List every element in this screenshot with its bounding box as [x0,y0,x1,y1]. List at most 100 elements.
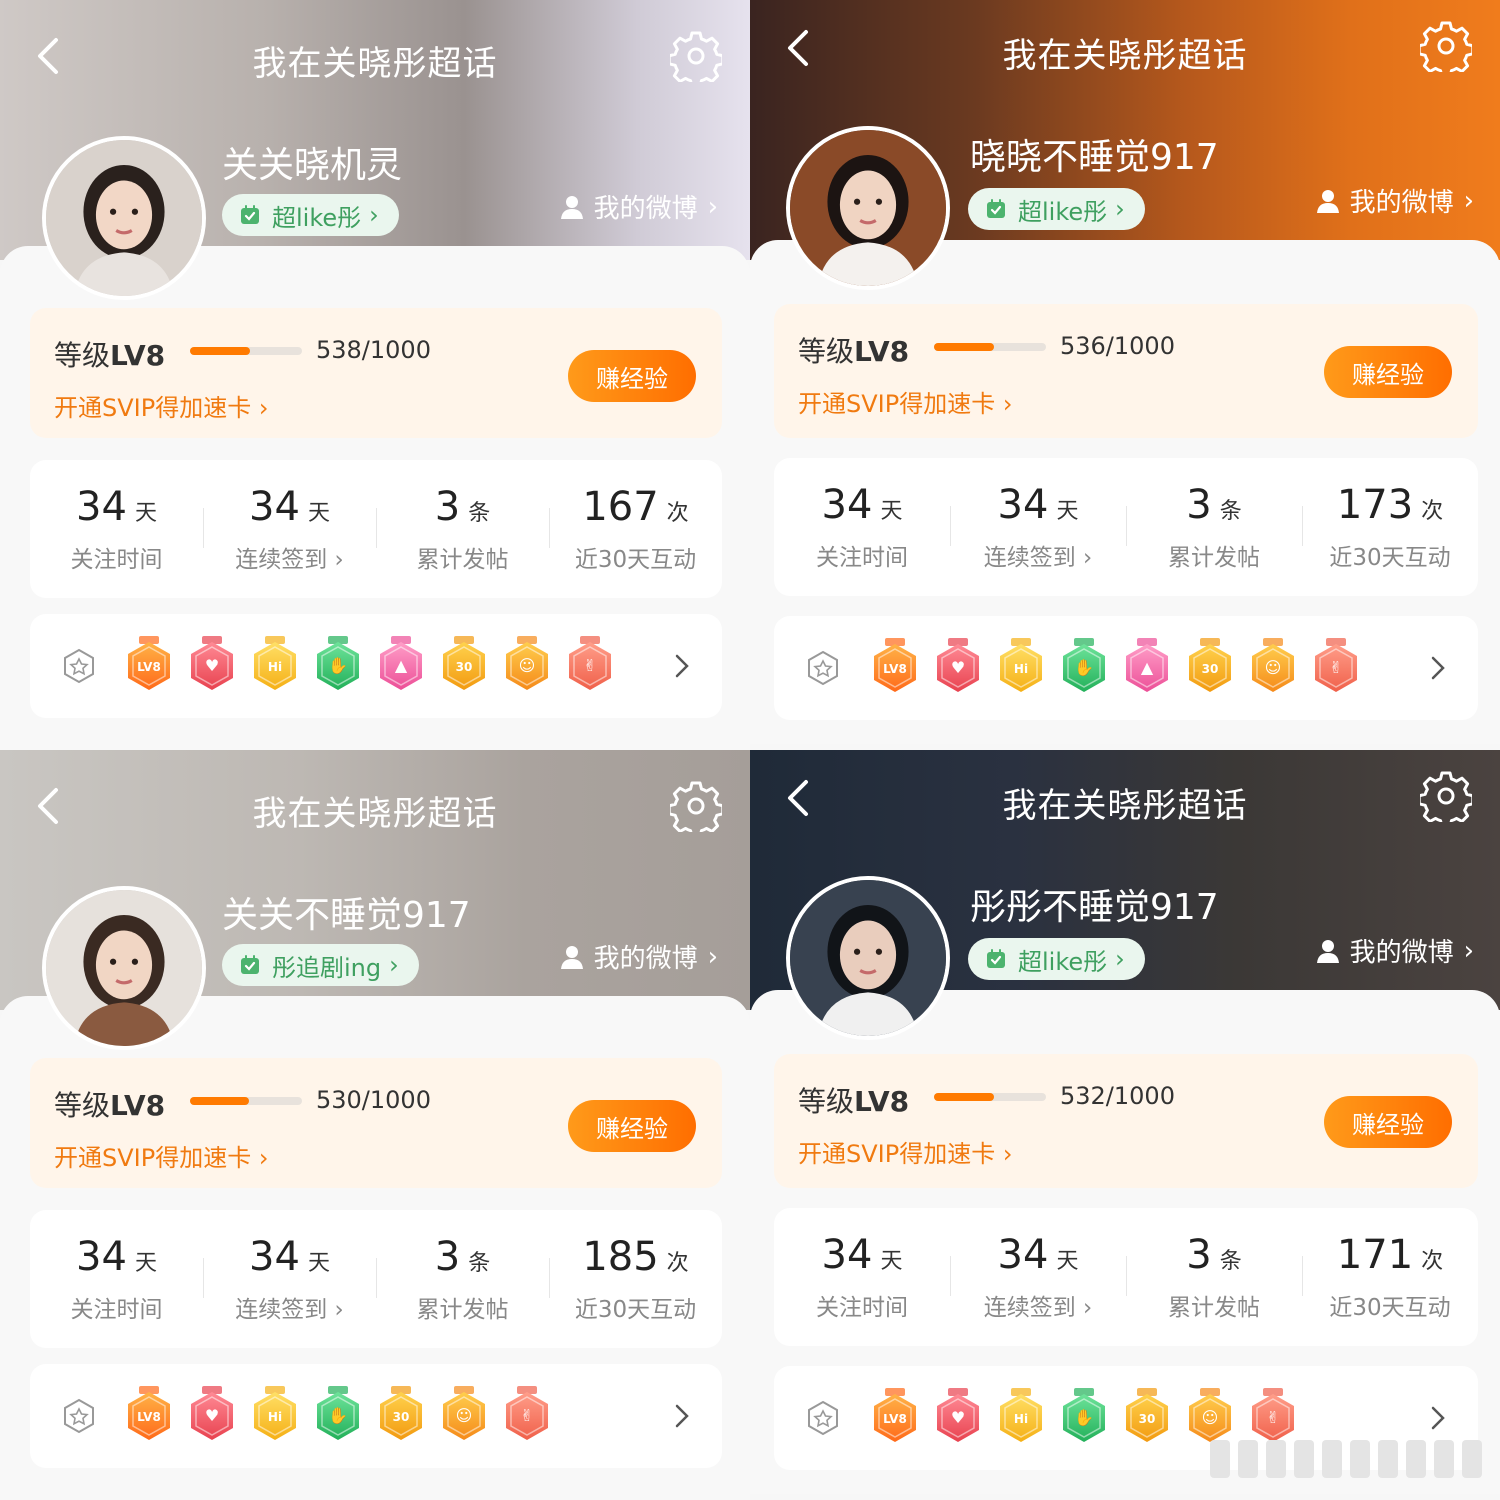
confetti-badge-icon[interactable]: ☺ [1248,638,1298,696]
heart-badge-icon[interactable]: ♥ [187,636,237,694]
earn-experience-button[interactable]: 赚经验 [568,1100,696,1152]
hi-badge-icon[interactable]: Hi [996,1388,1046,1446]
heart-badge-icon[interactable]: ♥ [933,638,983,696]
stat-label: 累计发帖 [416,547,509,573]
lv8-badge-icon[interactable]: LV8 [870,1388,920,1446]
hand-badge-icon[interactable]: ✋ [313,1386,363,1444]
stat-number: 3 [1186,1232,1212,1278]
earn-experience-button[interactable]: 赚经验 [1324,346,1452,398]
gear-icon [667,781,725,839]
gear-icon [667,31,725,89]
level-progress-fill [190,1097,250,1105]
avatar[interactable] [786,126,950,290]
avatar[interactable] [786,876,950,1040]
lv8-badge-icon[interactable]: LV8 [124,636,174,694]
svg-text:☺: ☺ [1202,1408,1219,1427]
svip-link[interactable]: 开通SVIP得加速卡 › [54,1138,268,1173]
fan-tag-pill[interactable]: 超like彤 › [222,194,399,236]
fan-tag-pill[interactable]: 彤追剧ing › [222,944,419,986]
confetti-badge-icon[interactable]: ☺ [439,1386,489,1444]
level-progress-text: 538/1000 [316,336,431,364]
stat-label: 近30天互动 [1329,1295,1451,1321]
my-weibo-link[interactable]: 我的微博 › [558,938,718,975]
rock-hand-badge-icon[interactable]: ✌ [1248,1388,1298,1446]
hand-badge-icon[interactable]: ✋ [1059,1388,1109,1446]
stat-3: 171 次 近30天互动 [1302,1208,1478,1346]
page-title: 我在关晓彤超话 [1002,36,1248,76]
fan-tag-pill[interactable]: 超like彤 › [968,188,1145,230]
settings-button[interactable] [667,30,725,89]
badges-row[interactable]: LV8 ♥ Hi ✋ ▲ 30 ☺ ✌ [774,616,1478,720]
rock-hand-badge-icon[interactable]: ✌ [502,1386,552,1444]
svg-text:♥: ♥ [205,656,219,675]
book-badge-icon[interactable]: ▲ [1122,638,1172,696]
chevron-right-icon: › [327,547,344,573]
svg-text:✌: ✌ [1266,1408,1279,1427]
heart-badge-icon[interactable]: ♥ [187,1386,237,1444]
badges-row[interactable]: LV8 ♥ Hi ✋ 30 ☺ ✌ [30,1364,722,1468]
stat-unit: 天 [880,499,903,524]
stat-1[interactable]: 34 天 连续签到 › [203,460,376,598]
my-weibo-link[interactable]: 我的微博 › [558,188,718,225]
rock-hand-badge-icon[interactable]: ✌ [565,636,615,694]
30-days-badge-icon[interactable]: 30 [439,636,489,694]
hi-badge-icon[interactable]: Hi [250,1386,300,1444]
my-weibo-link[interactable]: 我的微博 › [1314,932,1474,969]
level-progress-bar [190,1097,302,1105]
30-days-badge-icon[interactable]: 30 [1185,638,1235,696]
heart-badge-icon[interactable]: ♥ [933,1388,983,1446]
badges-row[interactable]: LV8 ♥ Hi ✋ ▲ 30 ☺ ✌ [30,614,722,718]
stat-number: 3 [1186,482,1212,528]
avatar[interactable] [42,136,206,300]
calendar-check-icon [987,949,1005,968]
chevron-right-icon[interactable] [1428,1400,1448,1436]
30-days-badge-icon[interactable]: 30 [376,1386,426,1444]
person-icon [560,195,583,219]
svip-link[interactable]: 开通SVIP得加速卡 › [54,388,268,423]
hand-badge-icon[interactable]: ✋ [1059,638,1109,696]
lv8-badge-icon[interactable]: LV8 [124,1386,174,1444]
badge-list: LV8 ♥ Hi ✋ 30 ☺ ✌ [124,1386,565,1444]
30-days-badge-icon[interactable]: 30 [1122,1388,1172,1446]
settings-button[interactable] [1417,20,1475,79]
svip-link[interactable]: 开通SVIP得加速卡 › [798,384,1012,419]
chevron-right-icon[interactable] [672,648,692,684]
avatar[interactable] [42,886,206,1050]
confetti-badge-icon[interactable]: ☺ [1185,1388,1235,1446]
settings-button[interactable] [667,780,725,839]
stat-1[interactable]: 34 天 连续签到 › [950,1208,1126,1346]
confetti-badge-icon[interactable]: ☺ [502,636,552,694]
stat-3: 173 次 近30天互动 [1302,458,1478,596]
stat-unit: 条 [1219,1249,1242,1274]
stat-0: 34 天 关注时间 [30,1210,203,1348]
stat-number: 34 [821,1232,873,1278]
my-weibo-link[interactable]: 我的微博 › [1314,182,1474,219]
medal-icon [808,650,838,686]
lv8-badge-icon[interactable]: LV8 [870,638,920,696]
supertopic-panel-3: 我在关晓彤超话 彤彤不睡觉917 超like彤 › 我的微博 › 等级LV8 5… [750,750,1500,1500]
hi-badge-icon[interactable]: Hi [996,638,1046,696]
chevron-right-icon[interactable] [1428,650,1448,686]
earn-experience-button[interactable]: 赚经验 [1324,1096,1452,1148]
earn-experience-button[interactable]: 赚经验 [568,350,696,402]
svg-text:▲: ▲ [1141,658,1154,677]
settings-button[interactable] [1417,770,1475,829]
username: 关关晓机灵 [222,145,403,186]
rock-hand-badge-icon[interactable]: ✌ [1311,638,1361,696]
chevron-right-icon[interactable] [672,1398,692,1434]
stat-label: 关注时间 [816,1295,908,1321]
hi-badge-icon[interactable]: Hi [250,636,300,694]
page-title: 我在关晓彤超话 [252,794,498,834]
stat-1[interactable]: 34 天 连续签到 › [203,1210,376,1348]
fan-tag-label: 超like彤 [1018,947,1108,976]
stat-label: 累计发帖 [1168,545,1260,571]
stat-2: 3条 累计发帖 [1126,458,1302,596]
svip-link[interactable]: 开通SVIP得加速卡 › [798,1134,1012,1169]
book-badge-icon[interactable]: ▲ [376,636,426,694]
level-label: 等级LV8 [54,1089,166,1122]
stat-1[interactable]: 34 天 连续签到 › [950,458,1126,596]
svg-text:✋: ✋ [1074,658,1094,677]
fan-tag-pill[interactable]: 超like彤 › [968,938,1145,980]
hand-badge-icon[interactable]: ✋ [313,636,363,694]
stat-0: 34 天 关注时间 [774,1208,950,1346]
